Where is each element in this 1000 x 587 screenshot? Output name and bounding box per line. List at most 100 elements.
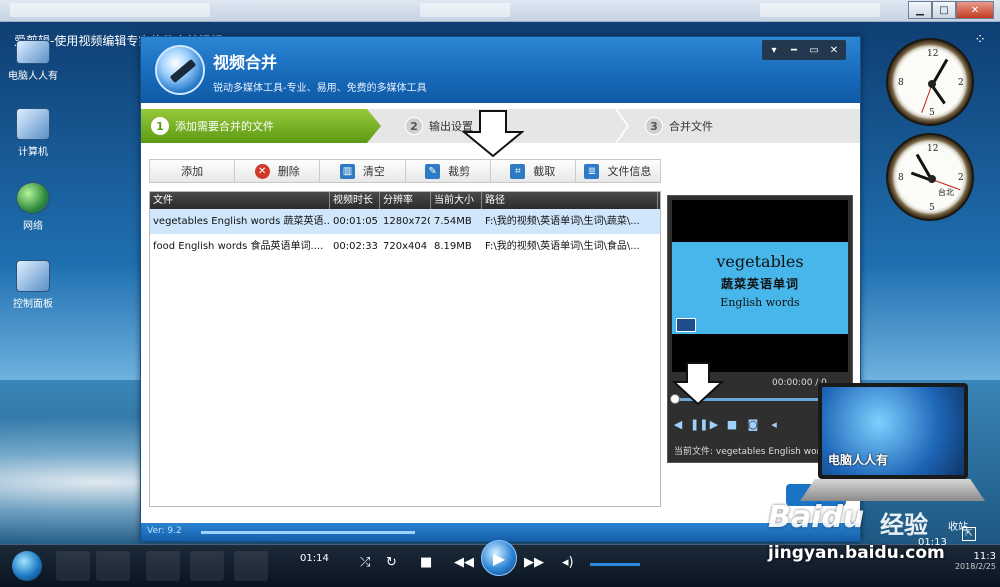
- desktop-icon-diannao[interactable]: 电脑人人有: [8, 40, 58, 82]
- file-toolbar: 添加 ✕ 删除 ▥ 清空 ✎ 裁剪 ⌗ 截取 ≣ 文件信息: [149, 159, 661, 183]
- computer-icon: [16, 40, 50, 64]
- app-title: 视频合并: [213, 53, 278, 72]
- add-label: 添加: [181, 165, 204, 178]
- stop-icon[interactable]: ■: [726, 418, 738, 431]
- column-header-file[interactable]: 文件: [150, 192, 330, 209]
- preview-frame: vegetables 蔬菜英语单词 English words: [672, 242, 848, 334]
- desktop-icon-computer[interactable]: 计算机: [8, 108, 58, 158]
- desktop-icon-label: 计算机: [18, 147, 48, 158]
- trash-icon: ▥: [339, 163, 355, 179]
- repeat-icon[interactable]: ↻: [386, 555, 397, 570]
- crop-button[interactable]: ✎ 裁剪: [406, 160, 491, 182]
- camera-icon[interactable]: ◙: [744, 418, 762, 431]
- laptop-base: [800, 479, 985, 501]
- play-button[interactable]: ▶: [481, 540, 517, 576]
- baidu-logo-text: du: [821, 500, 865, 535]
- file-info-icon: ≣: [584, 163, 600, 179]
- laptop-watermark-text: 电脑人人有: [828, 453, 889, 467]
- fast-forward-icon[interactable]: ▶▶: [524, 555, 544, 570]
- step-separator: [615, 109, 629, 143]
- baidu-jingyan-text: 经验: [880, 511, 928, 539]
- delete-button[interactable]: ✕ 删除: [235, 160, 321, 182]
- player-elapsed-time: 01:14: [300, 553, 329, 564]
- cell-duration: 00:02:33: [333, 241, 378, 252]
- volume-slider[interactable]: [590, 563, 640, 566]
- cell-resolution: 720x404: [383, 241, 428, 252]
- app-header: 视频合并 锐动多媒体工具-专业、易用、免费的多媒体工具 ▾ ━ ▭ ✕: [141, 37, 860, 103]
- cell-resolution: 1280x720: [383, 216, 431, 227]
- close-button[interactable]: ✕: [956, 1, 994, 19]
- laptop-screen: 电脑人人有: [818, 383, 968, 479]
- step-add-files[interactable]: 1 添加需要合并的文件: [141, 109, 381, 143]
- taskbar-app[interactable]: [190, 551, 224, 581]
- taskbar-app[interactable]: [146, 551, 180, 581]
- tutorial-arrow-down: [462, 110, 524, 158]
- column-header-resolution[interactable]: 分辨率: [380, 192, 431, 209]
- fullscreen-grid-icon[interactable]: ⁘: [974, 32, 986, 48]
- tutorial-arrow-down: [672, 362, 724, 406]
- pause-icon[interactable]: ❚❚: [690, 418, 708, 431]
- desktop-icon-control-panel[interactable]: 控制面板: [8, 260, 58, 310]
- rewind-icon[interactable]: ◀◀: [454, 555, 474, 570]
- prev-frame-icon[interactable]: ◀: [672, 418, 684, 431]
- maximize-icon[interactable]: ▭: [804, 42, 824, 58]
- step-merge-files[interactable]: 3 合并文件: [635, 109, 855, 143]
- cell-path: F:\我的视频\英语单词\生词\蔬菜\...: [485, 216, 640, 227]
- player-duration: 01:13: [918, 537, 947, 548]
- close-icon[interactable]: ✕: [824, 42, 844, 58]
- clock-center: [928, 80, 936, 88]
- table-header: 文件 视频时长 分辨率 当前大小 路径: [150, 192, 660, 209]
- step-number: 2: [405, 117, 423, 135]
- clock-numeral: 5: [929, 108, 935, 118]
- step-label: 添加需要合并的文件: [175, 120, 274, 133]
- expand-icon[interactable]: ⇱: [962, 527, 976, 541]
- table-row[interactable]: food English words 食品英语单词.... 00:02:33 7…: [150, 234, 660, 259]
- preview-text-line1: vegetables: [716, 252, 804, 271]
- clear-button[interactable]: ▥ 清空: [320, 160, 406, 182]
- cell-size: 8.19MB: [434, 241, 472, 252]
- clock-gadget[interactable]: 12 2 5 8 台北: [886, 133, 974, 221]
- volume-icon[interactable]: ◂: [768, 418, 780, 431]
- desktop-icon-network[interactable]: 网络: [8, 182, 58, 232]
- menu-dropdown-icon[interactable]: ▾: [764, 42, 784, 58]
- minimize-button[interactable]: ▁: [908, 1, 932, 19]
- desktop-icon-label: 电脑人人有: [8, 71, 58, 82]
- preview-screen: vegetables 蔬菜英语单词 English words: [672, 200, 848, 372]
- column-header-duration[interactable]: 视频时长: [330, 192, 380, 209]
- minimize-icon[interactable]: ━: [784, 42, 804, 58]
- clock-numeral: 8: [898, 78, 904, 88]
- baidu-logo-watermark: Baidu: [768, 500, 864, 535]
- file-list-table: 文件 视频时长 分辨率 当前大小 路径 vegetables English w…: [149, 191, 661, 507]
- desktop-icon-label: 控制面板: [13, 299, 53, 310]
- next-frame-icon[interactable]: ▶: [708, 418, 720, 431]
- taskbar-app-folder[interactable]: [96, 551, 130, 581]
- window-controls: ▁ □ ✕: [908, 1, 994, 19]
- step-number: 3: [645, 117, 663, 135]
- clear-label: 清空: [362, 165, 385, 178]
- cell-file: vegetables English words 蔬菜英语...: [153, 216, 330, 227]
- cut-button[interactable]: ⌗ 截取: [491, 160, 576, 182]
- clock-center: [928, 175, 936, 183]
- ghost-tab: [420, 3, 510, 17]
- column-header-path[interactable]: 路径: [482, 192, 658, 209]
- taskbar-app-ie[interactable]: [56, 551, 90, 581]
- cell-path: F:\我的视频\英语单词\生词\食品\...: [485, 241, 640, 252]
- shuffle-icon[interactable]: ⤮: [360, 555, 370, 570]
- volume-icon[interactable]: ◂): [562, 555, 574, 570]
- clock-gadget[interactable]: 12 2 5 8: [886, 38, 974, 126]
- column-header-size[interactable]: 当前大小: [431, 192, 482, 209]
- system-clock[interactable]: 11:3 2018/2/25: [955, 551, 996, 571]
- file-info-button[interactable]: ≣ 文件信息: [576, 160, 660, 182]
- computer-icon: [16, 108, 50, 140]
- start-button[interactable]: [12, 551, 42, 581]
- table-row[interactable]: vegetables English words 蔬菜英语... 00:01:0…: [150, 209, 660, 234]
- taskbar-app-chrome[interactable]: [234, 551, 268, 581]
- laptop-screen-graphic: 电脑人人有: [822, 387, 964, 475]
- add-button[interactable]: 添加: [150, 160, 236, 182]
- background-window-titlebar: ▁ □ ✕: [0, 0, 1000, 22]
- clock-numeral: 12: [927, 144, 939, 154]
- preview-text-line3: English words: [720, 296, 800, 309]
- delete-icon: ✕: [254, 163, 270, 179]
- stop-icon[interactable]: ■: [420, 555, 432, 570]
- maximize-button[interactable]: □: [932, 1, 956, 19]
